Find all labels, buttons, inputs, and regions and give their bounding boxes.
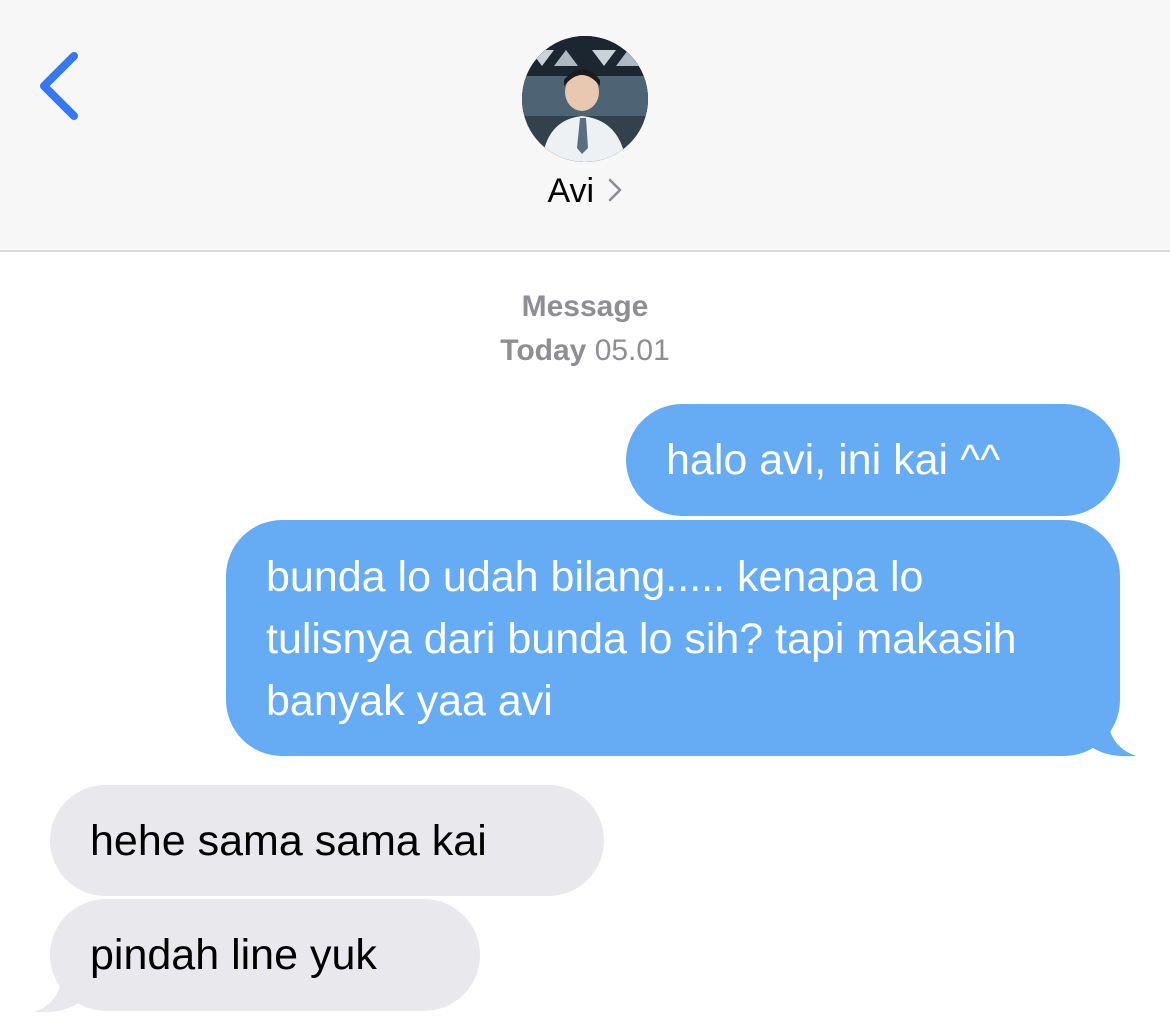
thread-label: Message	[521, 290, 649, 323]
back-button[interactable]	[34, 48, 84, 124]
chevron-left-icon	[40, 52, 78, 120]
thread-timestamp: Today 05.01	[0, 334, 1170, 368]
bubble-tail	[1086, 716, 1136, 757]
message-text: bunda lo udah bilang..... kenapa lo tuli…	[266, 553, 1017, 725]
conversation-header: Avi	[0, 0, 1170, 252]
bubble-tail	[34, 972, 84, 1013]
avatar[interactable]	[522, 36, 648, 162]
message-bubble-incoming[interactable]: pindah line yuk	[50, 899, 480, 1011]
message-text: hehe sama sama kai	[90, 817, 487, 865]
message-bubble-outgoing[interactable]: bunda lo udah bilang..... kenapa lo tuli…	[226, 520, 1120, 756]
timestamp-time: 05.01	[594, 334, 670, 367]
contact-name: Avi	[547, 172, 595, 210]
message-bubble-incoming[interactable]: hehe sama sama kai	[50, 785, 604, 896]
message-text: pindah line yuk	[90, 931, 377, 979]
message-text: halo avi, ini kai ^^	[666, 436, 1001, 484]
contact-name-button[interactable]: Avi	[0, 172, 1170, 211]
message-bubble-outgoing[interactable]: halo avi, ini kai ^^	[626, 404, 1120, 516]
avatar-photo	[522, 36, 648, 162]
chevron-right-icon	[607, 177, 623, 208]
timestamp-day: Today	[500, 334, 587, 367]
